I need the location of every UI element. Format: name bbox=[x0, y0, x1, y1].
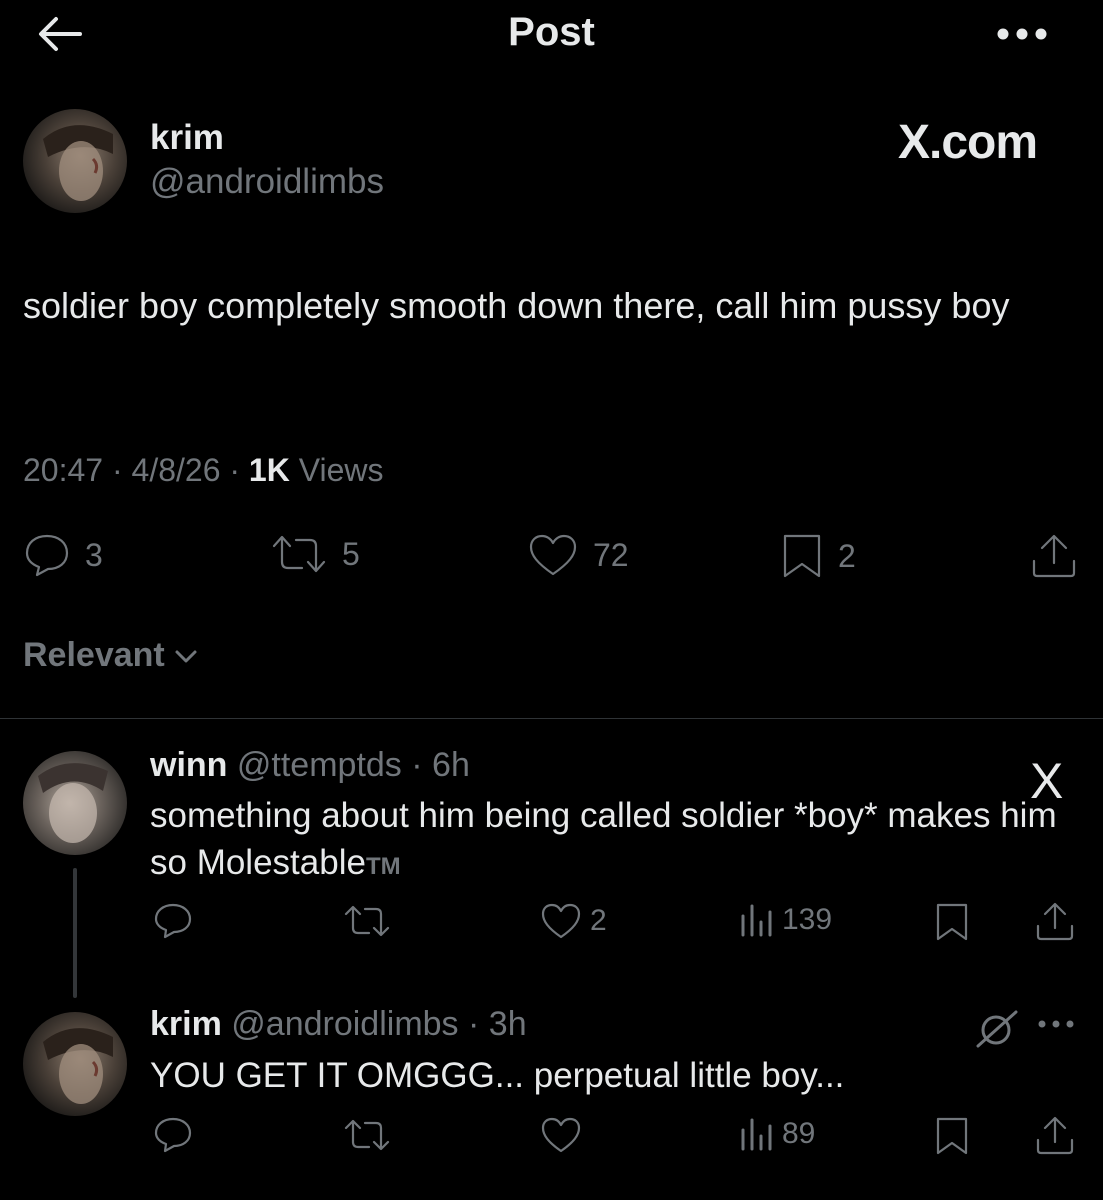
reply-header: krim @androidlimbs · 3h bbox=[150, 1005, 527, 1044]
like-button[interactable]: 2 bbox=[540, 902, 607, 940]
bookmark-count: 2 bbox=[838, 537, 856, 574]
page-title: Post bbox=[508, 10, 595, 54]
share-button[interactable] bbox=[1035, 902, 1075, 942]
separator: · bbox=[111, 452, 123, 488]
views-count: 139 bbox=[782, 903, 833, 936]
reply-button[interactable] bbox=[153, 902, 193, 940]
comment-icon bbox=[25, 534, 69, 577]
x-com-watermark: X.com bbox=[898, 116, 1038, 169]
views-button[interactable]: 139 bbox=[740, 902, 832, 938]
author-name[interactable]: krim bbox=[150, 118, 224, 158]
sort-dropdown[interactable]: Relevant bbox=[23, 636, 201, 675]
reply-time: 6h bbox=[432, 746, 470, 784]
like-count: 2 bbox=[590, 904, 607, 937]
repost-icon bbox=[344, 905, 390, 937]
like-count: 72 bbox=[593, 536, 629, 573]
more-horizontal-icon bbox=[1038, 1020, 1074, 1028]
more-horizontal-icon bbox=[997, 28, 1047, 40]
share-icon bbox=[1036, 1116, 1074, 1155]
reply-time: 3h bbox=[488, 1005, 527, 1043]
like-button[interactable] bbox=[540, 1116, 582, 1154]
bookmark-icon bbox=[936, 1117, 968, 1155]
more-button[interactable] bbox=[996, 26, 1048, 42]
separator: · bbox=[411, 746, 423, 784]
reply-text: something about him being called soldier… bbox=[150, 792, 1070, 890]
author-handle[interactable]: @androidlimbs bbox=[150, 162, 384, 202]
like-button[interactable]: 72 bbox=[527, 532, 629, 578]
bookmark-button[interactable] bbox=[934, 902, 970, 942]
chevron-down-icon bbox=[175, 650, 197, 662]
heart-icon bbox=[541, 903, 581, 939]
separator: · bbox=[468, 1005, 480, 1043]
bookmark-button[interactable] bbox=[934, 1116, 970, 1156]
reply-body: something about him being called soldier… bbox=[150, 796, 1057, 882]
views-count: 89 bbox=[782, 1117, 816, 1150]
repost-button[interactable] bbox=[343, 1117, 391, 1153]
share-button[interactable] bbox=[1030, 533, 1078, 579]
reply-button[interactable]: 3 bbox=[23, 532, 103, 578]
reply-header: winn @ttemptds · 6h bbox=[150, 746, 470, 785]
repost-count: 5 bbox=[342, 535, 360, 572]
more-button[interactable] bbox=[1036, 1018, 1076, 1030]
repost-button[interactable]: 5 bbox=[270, 532, 360, 576]
repost-button[interactable] bbox=[343, 903, 391, 939]
hidden-reply-button[interactable] bbox=[972, 1008, 1022, 1048]
avatar-image bbox=[23, 1012, 127, 1116]
comment-icon bbox=[154, 1117, 192, 1153]
views-count: 1K bbox=[248, 452, 290, 488]
hide-reply-icon bbox=[976, 1010, 1018, 1048]
views-chart-icon bbox=[741, 1118, 772, 1151]
bookmark-icon bbox=[936, 903, 968, 941]
thread-line bbox=[73, 868, 77, 998]
divider bbox=[0, 718, 1103, 719]
reply-author-name[interactable]: krim bbox=[150, 1005, 222, 1043]
views-chart-icon bbox=[741, 904, 772, 937]
repost-icon bbox=[344, 1119, 390, 1151]
share-button[interactable] bbox=[1035, 1116, 1075, 1156]
repost-icon bbox=[272, 535, 326, 573]
sort-label: Relevant bbox=[23, 636, 165, 674]
bookmark-icon bbox=[783, 534, 821, 578]
reply-author-handle[interactable]: @androidlimbs bbox=[231, 1005, 458, 1043]
reply-author-name[interactable]: winn bbox=[150, 746, 227, 784]
avatar-image bbox=[23, 109, 127, 213]
avatar[interactable] bbox=[23, 1012, 127, 1116]
avatar-image bbox=[23, 751, 127, 855]
reply-button[interactable] bbox=[153, 1116, 193, 1154]
views-button[interactable]: 89 bbox=[740, 1116, 815, 1152]
separator: · bbox=[229, 452, 241, 488]
share-icon bbox=[1036, 902, 1074, 941]
avatar[interactable] bbox=[23, 109, 127, 213]
heart-icon bbox=[541, 1117, 581, 1153]
reply-count: 3 bbox=[85, 536, 103, 573]
reply-text: YOU GET IT OMGGG... perpetual little boy… bbox=[150, 1056, 845, 1095]
post-meta: 20:47 · 4/8/26 · 1K Views bbox=[23, 452, 384, 489]
bookmark-button[interactable]: 2 bbox=[780, 532, 856, 580]
heart-icon bbox=[529, 534, 577, 576]
post-text: soldier boy completely smooth down there… bbox=[23, 285, 1010, 326]
share-icon bbox=[1032, 534, 1076, 578]
post-time: 20:47 bbox=[23, 452, 104, 488]
views-label: Views bbox=[298, 452, 384, 488]
comment-icon bbox=[154, 903, 192, 939]
trademark-suffix: TM bbox=[365, 853, 401, 880]
reply-author-handle[interactable]: @ttemptds bbox=[237, 746, 402, 784]
post-date: 4/8/26 bbox=[131, 452, 221, 488]
avatar[interactable] bbox=[23, 751, 127, 855]
